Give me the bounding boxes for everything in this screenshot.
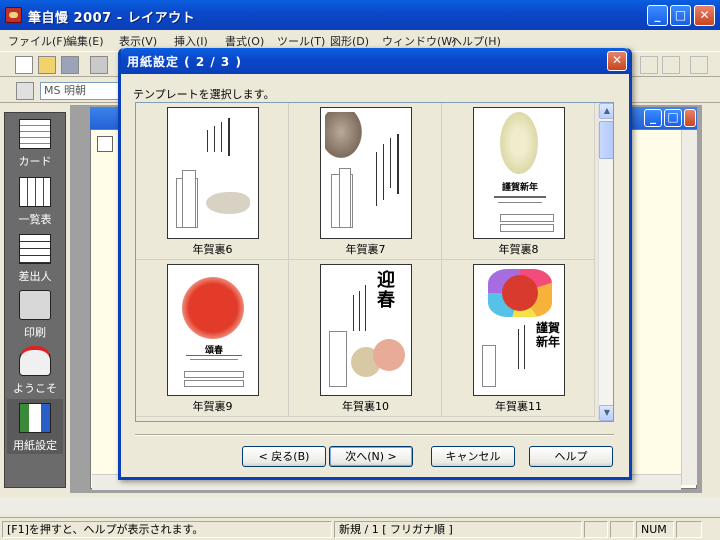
window-title: 筆自慢 2007 - レイアウト bbox=[28, 11, 196, 26]
card-greeting: 謹賀新年 bbox=[536, 321, 561, 349]
open-folder-icon[interactable] bbox=[38, 56, 56, 74]
template-name: 年賀裏10 bbox=[342, 400, 389, 413]
maximize-button[interactable]: □ bbox=[670, 5, 691, 26]
help-button[interactable]: ヘルプ bbox=[529, 446, 613, 467]
menu-view[interactable]: 表示(V) bbox=[119, 33, 157, 49]
window-title-bar: 筆自慢 2007 - レイアウト _ □ ✕ bbox=[0, 0, 720, 30]
status-bar: [F1]を押すと、ヘルプが表示されます。 新規 / 1 [ フリガナ順 ] NU… bbox=[0, 517, 720, 540]
dialog-title: 用紙設定 ( 2 / 3 ) bbox=[127, 55, 242, 69]
template-tile[interactable]: 年賀裏7 bbox=[289, 103, 442, 260]
pointer-tool-icon[interactable] bbox=[662, 56, 680, 74]
dialog-separator bbox=[135, 434, 614, 436]
status-num: NUM bbox=[636, 521, 674, 538]
bottom-horizontal-scrollbar[interactable] bbox=[0, 497, 720, 515]
boar-ornament-illustration bbox=[500, 112, 538, 174]
template-name: 年賀裏6 bbox=[192, 243, 233, 256]
child-minimize-button[interactable]: _ bbox=[644, 109, 662, 127]
menu-shapes[interactable]: 図形(D) bbox=[330, 33, 369, 49]
dialog-title-bar: 用紙設定 ( 2 / 3 ) ✕ bbox=[121, 48, 629, 74]
status-cell bbox=[676, 521, 702, 538]
template-gallery[interactable]: 年賀裏6 年賀裏7 謹賀新年 年賀裏8 頌春 年賀裏9 迎春 年賀裏10 謹賀新… bbox=[135, 102, 614, 422]
template-preview bbox=[320, 107, 412, 239]
cancel-button[interactable]: キャンセル bbox=[431, 446, 515, 467]
print-icon[interactable] bbox=[90, 56, 108, 74]
sun-illustration bbox=[182, 277, 244, 339]
template-name: 年賀裏9 bbox=[192, 400, 233, 413]
status-hint: [F1]を押すと、ヘルプが表示されます。 bbox=[2, 521, 332, 538]
new-file-icon[interactable] bbox=[15, 56, 33, 74]
template-preview bbox=[167, 107, 259, 239]
dialog-prompt: テンプレートを選択します。 bbox=[133, 88, 275, 101]
minimize-button[interactable]: _ bbox=[647, 5, 668, 26]
menu-window[interactable]: ウィンドウ(W) bbox=[382, 33, 456, 49]
template-tile[interactable]: 謹賀新年 年賀裏11 bbox=[442, 260, 595, 417]
menu-tools[interactable]: ツール(T) bbox=[277, 33, 325, 49]
template-preview: 謹賀新年 bbox=[473, 264, 565, 396]
card-greeting: 謹賀新年 bbox=[501, 183, 538, 193]
card-icon bbox=[19, 119, 51, 149]
scroll-up-button[interactable]: ▲ bbox=[599, 103, 613, 119]
canvas-vertical-scrollbar[interactable] bbox=[681, 130, 697, 485]
welcome-icon bbox=[19, 346, 51, 376]
sidebar-item-card[interactable]: カード bbox=[7, 115, 63, 170]
menu-file[interactable]: ファイル(F) bbox=[8, 33, 67, 49]
menu-format[interactable]: 書式(O) bbox=[225, 33, 264, 49]
sidebar-item-list[interactable]: 一覧表 bbox=[7, 173, 63, 228]
page-tab-icon[interactable] bbox=[97, 136, 113, 152]
status-page-info: 新規 / 1 [ フリガナ順 ] bbox=[334, 521, 582, 538]
list-table-icon bbox=[19, 177, 51, 207]
sender-icon bbox=[19, 234, 51, 264]
sidebar-item-sender[interactable]: 差出人 bbox=[7, 230, 63, 285]
template-tile[interactable]: 謹賀新年 年賀裏8 bbox=[442, 103, 595, 260]
menu-help[interactable]: ヘルプ(H) bbox=[451, 33, 501, 49]
save-icon[interactable] bbox=[61, 56, 79, 74]
sidebar-item-welcome[interactable]: ようこそ bbox=[7, 342, 63, 397]
template-preview: 頌春 bbox=[167, 264, 259, 396]
gallery-scrollbar[interactable]: ▲ ▼ bbox=[598, 103, 613, 421]
boar-emblem-illustration bbox=[502, 275, 538, 311]
boar-portrait-illustration bbox=[325, 112, 365, 162]
card-greeting: 迎春 bbox=[377, 270, 395, 311]
scroll-thumb[interactable] bbox=[599, 121, 613, 159]
template-tile[interactable]: 頌春 年賀裏9 bbox=[136, 260, 289, 417]
shape-tool-icon[interactable] bbox=[640, 56, 658, 74]
next-button[interactable]: 次へ(N) > bbox=[329, 446, 413, 467]
template-name: 年賀裏7 bbox=[345, 243, 386, 256]
boar-illustration bbox=[206, 192, 250, 214]
child-maximize-button[interactable]: □ bbox=[664, 109, 682, 127]
template-name: 年賀裏11 bbox=[495, 400, 542, 413]
child-close-button[interactable] bbox=[684, 109, 696, 127]
app-icon[interactable] bbox=[5, 7, 22, 23]
sidebar-item-print[interactable]: 印刷 bbox=[7, 286, 63, 341]
template-preview: 迎春 bbox=[320, 264, 412, 396]
paper-setup-dialog: 用紙設定 ( 2 / 3 ) ✕ テンプレートを選択します。 年賀裏6 年賀裏7… bbox=[118, 48, 632, 480]
menu-edit[interactable]: 編集(E) bbox=[66, 33, 104, 49]
menu-insert[interactable]: 挿入(I) bbox=[174, 33, 208, 49]
back-button[interactable]: < 戻る(B) bbox=[242, 446, 326, 467]
menu-bar: ファイル(F) 編集(E) 表示(V) 挿入(I) 書式(O) ツール(T) 図… bbox=[0, 30, 720, 50]
text-box-icon[interactable] bbox=[16, 82, 34, 100]
circle-decoration bbox=[373, 339, 405, 371]
dialog-close-button[interactable]: ✕ bbox=[607, 51, 627, 71]
side-panel: カード 一覧表 差出人 印刷 ようこそ 用紙設定 bbox=[4, 112, 66, 488]
status-cell bbox=[610, 521, 634, 538]
close-button[interactable]: ✕ bbox=[694, 5, 715, 26]
paper-setup-icon bbox=[19, 403, 51, 433]
scroll-down-button[interactable]: ▼ bbox=[599, 405, 613, 421]
draw-tool-icon[interactable] bbox=[690, 56, 708, 74]
template-tile[interactable]: 年賀裏6 bbox=[136, 103, 289, 260]
sidebar-item-paper-setup[interactable]: 用紙設定 bbox=[7, 399, 63, 454]
printer-icon bbox=[19, 290, 51, 320]
template-preview: 謹賀新年 bbox=[473, 107, 565, 239]
template-name: 年賀裏8 bbox=[498, 243, 539, 256]
status-cell bbox=[584, 521, 608, 538]
font-name-combo[interactable]: MS 明朝 bbox=[40, 82, 122, 100]
template-tile[interactable]: 迎春 年賀裏10 bbox=[289, 260, 442, 417]
